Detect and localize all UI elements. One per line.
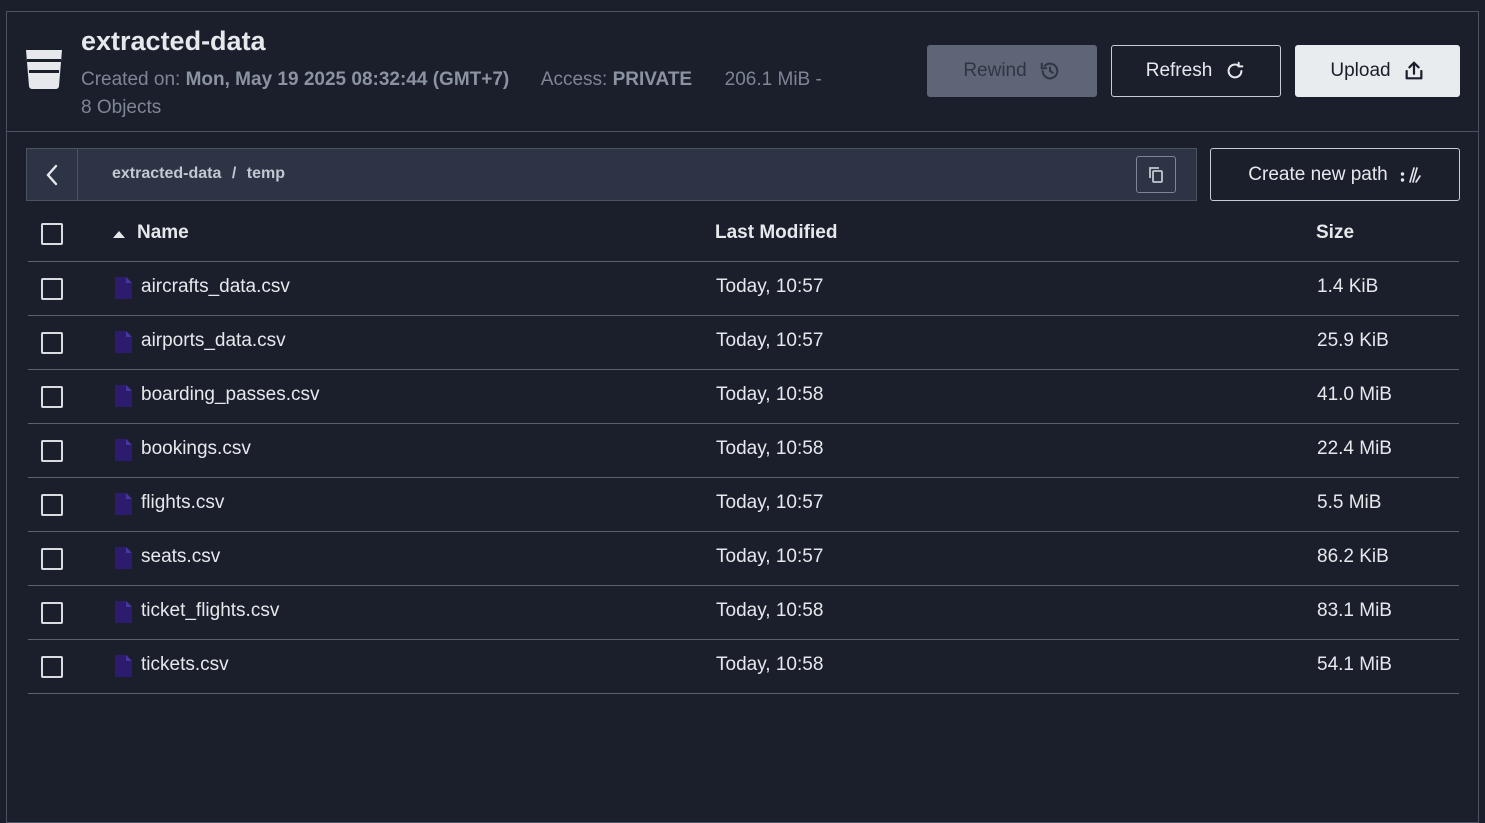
upload-button[interactable]: Upload bbox=[1295, 45, 1460, 97]
file-name[interactable]: bookings.csv bbox=[141, 438, 251, 460]
bucket-icon bbox=[26, 50, 62, 89]
copy-icon bbox=[1149, 166, 1163, 183]
upload-icon bbox=[1405, 61, 1423, 80]
file-last-modified: Today, 10:58 bbox=[716, 384, 824, 405]
row-checkbox[interactable] bbox=[41, 656, 63, 678]
file-last-modified: Today, 10:58 bbox=[716, 600, 824, 621]
file-name[interactable]: aircrafts_data.csv bbox=[141, 276, 290, 298]
file-name[interactable]: ticket_flights.csv bbox=[141, 600, 279, 622]
breadcrumb-separator: / bbox=[231, 165, 237, 182]
copy-path-button[interactable] bbox=[1136, 156, 1176, 193]
table-row[interactable]: flights.csv Today, 10:57 5.5 MiB bbox=[28, 478, 1459, 532]
path-bar: extracted-data / temp bbox=[26, 148, 1197, 201]
size-summary: 206.1 MiB - bbox=[724, 69, 822, 90]
refresh-icon bbox=[1227, 61, 1244, 79]
file-name[interactable]: airports_data.csv bbox=[141, 330, 286, 352]
table-row[interactable]: seats.csv Today, 10:57 86.2 KiB bbox=[28, 532, 1459, 586]
bucket-browser: extracted-data Created on: Mon, May 19 2… bbox=[6, 11, 1479, 823]
file-icon bbox=[115, 601, 132, 623]
refresh-label: Refresh bbox=[1145, 60, 1213, 81]
upload-label: Upload bbox=[1330, 60, 1391, 81]
file-name[interactable]: tickets.csv bbox=[141, 654, 229, 676]
file-icon bbox=[115, 493, 132, 515]
file-name[interactable]: flights.csv bbox=[141, 492, 224, 514]
create-new-path-button[interactable]: Create new path bbox=[1210, 148, 1460, 201]
row-checkbox[interactable] bbox=[41, 386, 63, 408]
file-last-modified: Today, 10:57 bbox=[716, 546, 824, 567]
row-checkbox[interactable] bbox=[41, 494, 63, 516]
column-name[interactable]: Name bbox=[137, 222, 189, 244]
file-size: 41.0 MiB bbox=[1317, 384, 1392, 405]
file-icon bbox=[115, 655, 132, 677]
file-icon bbox=[115, 547, 132, 569]
rewind-button[interactable]: Rewind bbox=[927, 45, 1097, 97]
file-size: 25.9 KiB bbox=[1317, 330, 1389, 351]
row-checkbox[interactable] bbox=[41, 548, 63, 570]
file-last-modified: Today, 10:58 bbox=[716, 438, 824, 459]
table-row[interactable]: ticket_flights.csv Today, 10:58 83.1 MiB bbox=[28, 586, 1459, 640]
breadcrumb: extracted-data / temp bbox=[112, 165, 285, 183]
file-last-modified: Today, 10:57 bbox=[716, 492, 824, 513]
refresh-button[interactable]: Refresh bbox=[1111, 45, 1281, 97]
table-row[interactable]: tickets.csv Today, 10:58 54.1 MiB bbox=[28, 640, 1459, 694]
file-last-modified: Today, 10:57 bbox=[716, 276, 824, 297]
table-row[interactable]: airports_data.csv Today, 10:57 25.9 KiB bbox=[28, 316, 1459, 370]
select-all-checkbox[interactable] bbox=[41, 223, 63, 245]
file-last-modified: Today, 10:58 bbox=[716, 654, 824, 675]
table-body: aircrafts_data.csv Today, 10:57 1.4 KiB air… bbox=[28, 262, 1459, 694]
table-row[interactable]: bookings.csv Today, 10:58 22.4 MiB bbox=[28, 424, 1459, 478]
file-size: 22.4 MiB bbox=[1317, 438, 1392, 459]
file-name[interactable]: seats.csv bbox=[141, 546, 220, 568]
row-checkbox[interactable] bbox=[41, 278, 63, 300]
created-value: Mon, May 19 2025 08:32:44 (GMT+7) bbox=[185, 69, 510, 90]
file-size: 1.4 KiB bbox=[1317, 276, 1379, 297]
column-size[interactable]: Size bbox=[1316, 222, 1354, 244]
back-button[interactable] bbox=[27, 149, 78, 200]
file-name[interactable]: boarding_passes.csv bbox=[141, 384, 320, 406]
breadcrumb-folder[interactable]: temp bbox=[247, 165, 285, 182]
file-size: 5.5 MiB bbox=[1317, 492, 1382, 513]
new-path-icon bbox=[1400, 166, 1421, 183]
file-size: 83.1 MiB bbox=[1317, 600, 1392, 621]
file-size: 86.2 KiB bbox=[1317, 546, 1389, 567]
chevron-left-icon bbox=[46, 164, 58, 185]
objects-table: Name Last Modified Size aircrafts_data.c… bbox=[28, 206, 1459, 694]
file-last-modified: Today, 10:57 bbox=[716, 330, 824, 351]
breadcrumb-bucket[interactable]: extracted-data bbox=[112, 165, 221, 182]
access-label: Access: bbox=[540, 69, 608, 90]
row-checkbox[interactable] bbox=[41, 332, 63, 354]
table-row[interactable]: aircrafts_data.csv Today, 10:57 1.4 KiB bbox=[28, 262, 1459, 316]
bucket-meta: Created on: Mon, May 19 2025 08:32:44 (G… bbox=[81, 66, 861, 122]
access-value: PRIVATE bbox=[612, 69, 693, 90]
file-size: 54.1 MiB bbox=[1317, 654, 1392, 675]
table-header: Name Last Modified Size bbox=[28, 206, 1459, 262]
table-row[interactable]: boarding_passes.csv Today, 10:58 41.0 MiB bbox=[28, 370, 1459, 424]
rewind-label: Rewind bbox=[963, 60, 1027, 81]
create-new-path-label: Create new path bbox=[1248, 163, 1388, 185]
column-last-modified[interactable]: Last Modified bbox=[715, 222, 837, 244]
created-label: Created on: bbox=[81, 69, 181, 90]
bucket-header: extracted-data Created on: Mon, May 19 2… bbox=[7, 12, 1478, 132]
objects-summary: 8 Objects bbox=[81, 97, 162, 118]
history-icon bbox=[1040, 62, 1059, 80]
file-icon bbox=[115, 385, 132, 407]
file-icon bbox=[115, 331, 132, 353]
file-icon bbox=[115, 277, 132, 299]
sort-asc-icon[interactable] bbox=[112, 229, 126, 239]
row-checkbox[interactable] bbox=[41, 602, 63, 624]
bucket-title: extracted-data bbox=[81, 26, 266, 56]
row-checkbox[interactable] bbox=[41, 440, 63, 462]
file-icon bbox=[115, 439, 132, 461]
